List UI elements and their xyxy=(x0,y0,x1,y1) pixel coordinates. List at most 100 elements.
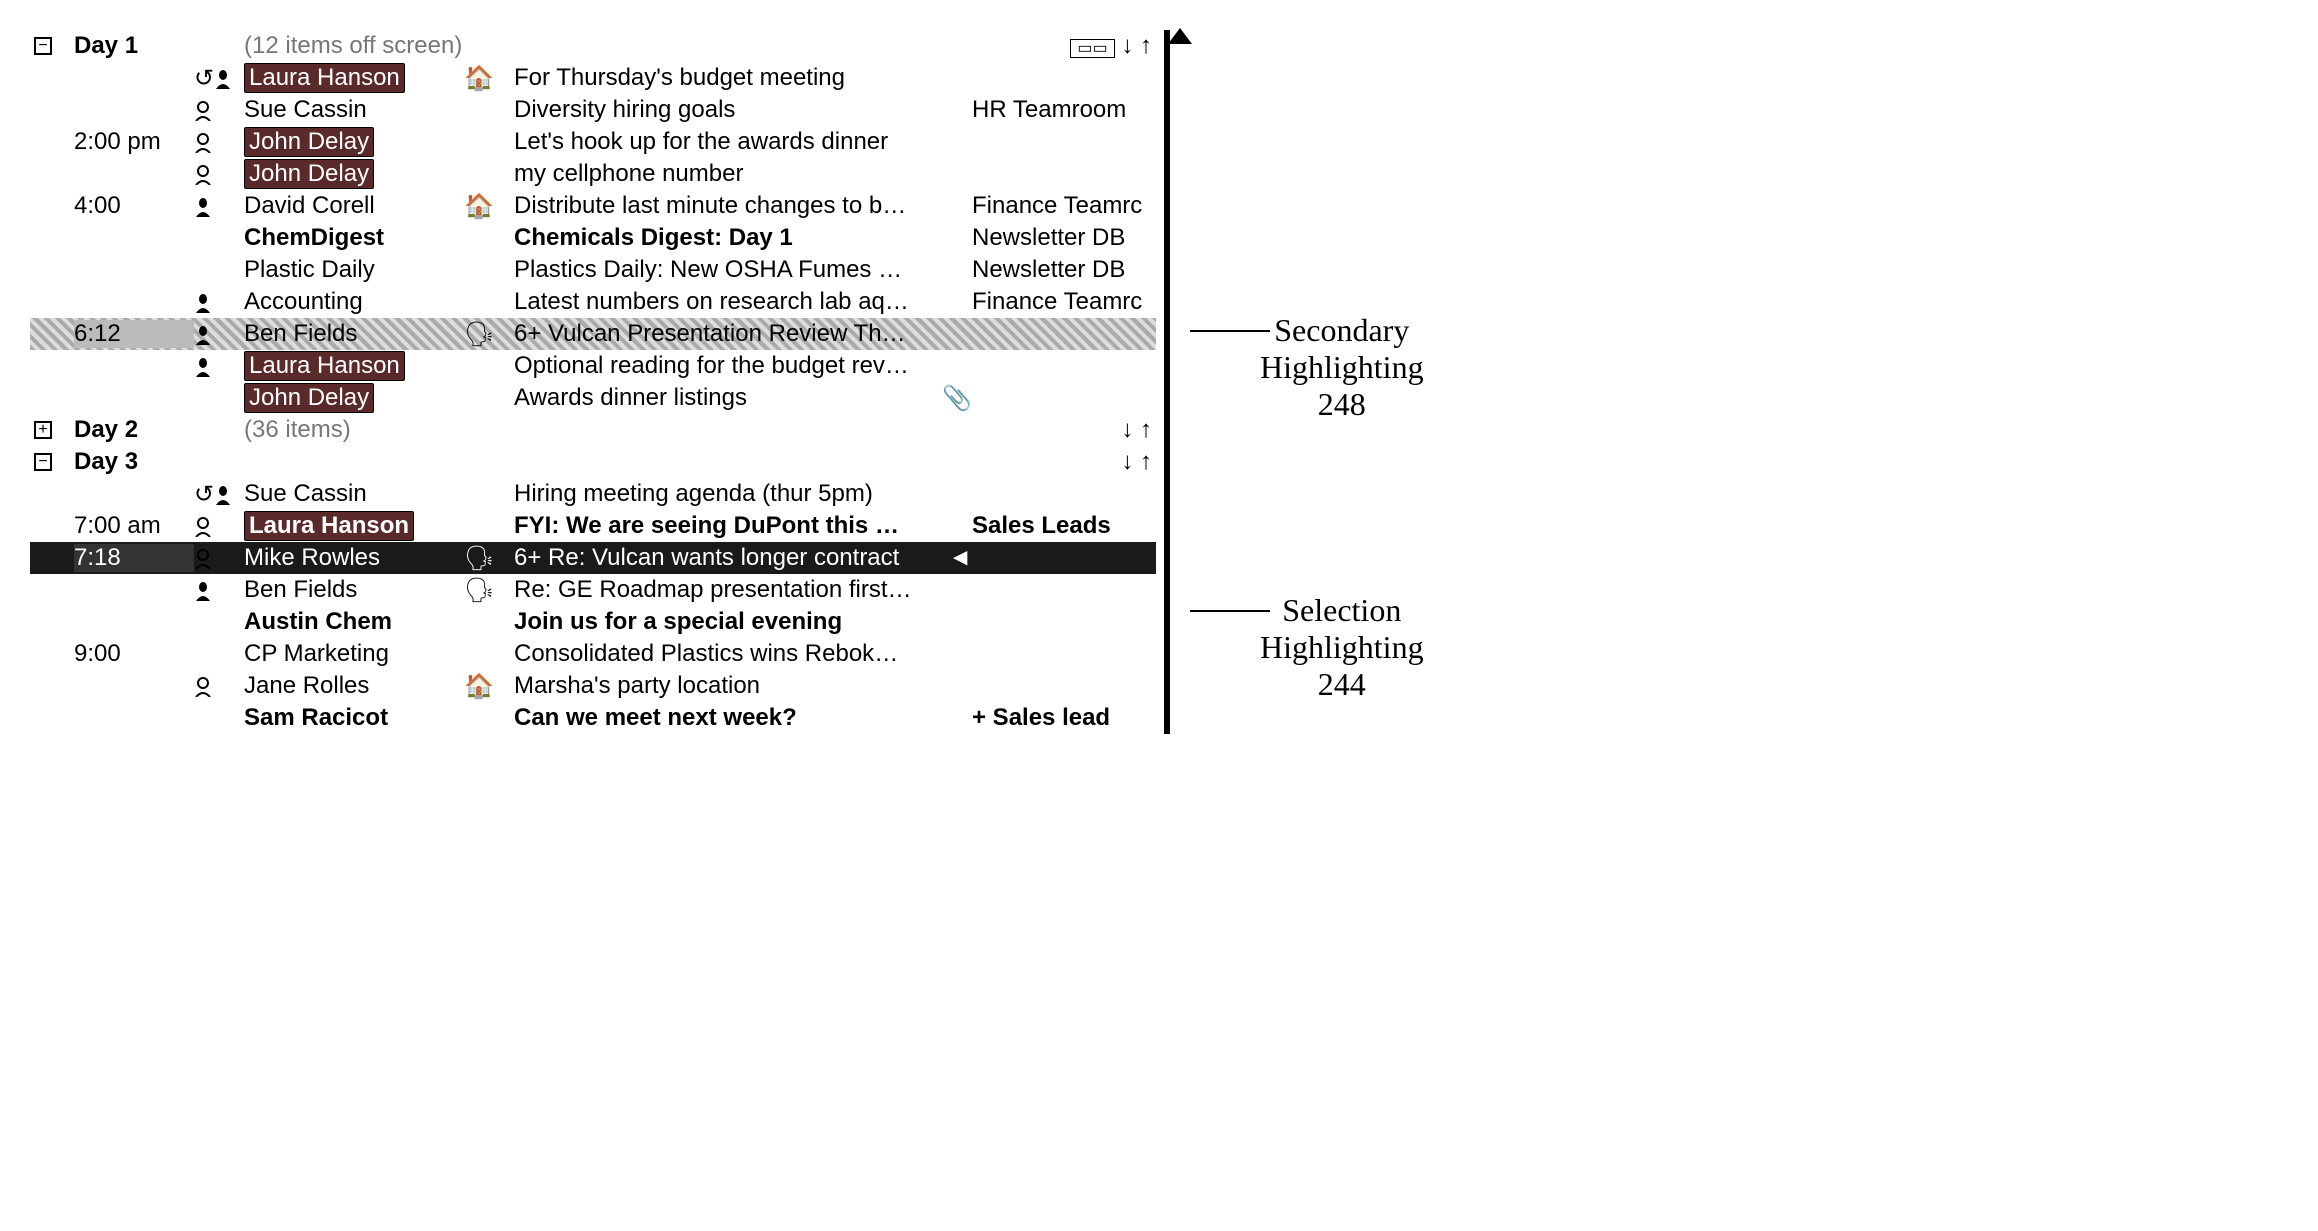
message-row[interactable]: Austin ChemJoin us for a special evening xyxy=(30,606,1156,638)
day-header[interactable]: −Day 1(12 items off screen)▭▭ ↓ ↑ xyxy=(30,30,1156,62)
collapse-minus-icon[interactable]: − xyxy=(34,453,52,471)
message-row[interactable]: ↺ Laura Hanson🏠 For Thursday's budget meet… xyxy=(30,62,1156,94)
day-meta: (12 items off screen) xyxy=(244,32,514,60)
thread-icon: 🗣 xyxy=(464,321,494,348)
message-subject: my cellphone number xyxy=(514,160,912,188)
message-row[interactable]: 2:00 pmJohn DelayLet's hook up for the a… xyxy=(30,126,1156,158)
message-sender: CP Marketing xyxy=(244,640,464,668)
message-row[interactable]: John Delay my cellphone number xyxy=(30,158,1156,190)
annotation-line xyxy=(1190,610,1270,612)
reply-flag-icon: ↺ xyxy=(194,65,214,92)
message-sender: Jane Rolles xyxy=(244,672,464,700)
message-sender: John Delay xyxy=(244,383,464,413)
message-sender: John Delay xyxy=(244,159,464,189)
day-title: Day 2 xyxy=(74,416,194,444)
collapse-minus-icon[interactable]: − xyxy=(34,37,52,55)
message-row[interactable]: AccountingLatest numbers on research lab… xyxy=(30,286,1156,318)
message-subject: FYI: We are seeing DuPont this week xyxy=(514,512,912,540)
message-subject: Latest numbers on research lab aquisitio… xyxy=(514,288,912,316)
person-outline-icon xyxy=(194,165,212,185)
message-sender: Sam Racicot xyxy=(244,704,464,732)
day-controls: ↓ ↑ xyxy=(972,448,1152,476)
arrow-up-icon[interactable]: ↑ xyxy=(1140,448,1152,475)
message-row[interactable]: 6:12 Ben Fields🗣 6+ Vulcan Presentation Re… xyxy=(30,318,1156,350)
message-subject: 6+ Re: Vulcan wants longer contract xyxy=(514,544,912,572)
person-solid-icon xyxy=(194,293,212,313)
forward-icon: 🏠 xyxy=(464,65,494,92)
scroll-up-triangle[interactable] xyxy=(1168,28,1192,44)
message-subject: Awards dinner listings xyxy=(514,384,912,412)
person-outline-icon xyxy=(194,517,212,537)
arrow-down-icon[interactable]: ↓ xyxy=(1121,416,1133,443)
keyboard-icon[interactable]: ▭▭ xyxy=(1070,39,1114,58)
day-controls: ↓ ↑ xyxy=(972,416,1152,444)
message-row[interactable]: 7:00 amLaura HansonFYI: We are seeing Du… xyxy=(30,510,1156,542)
annotation-text: Highlighting xyxy=(1260,349,1424,386)
message-row[interactable]: 9:00CP MarketingConsolidated Plastics wi… xyxy=(30,638,1156,670)
message-time: 7:00 am xyxy=(74,512,194,540)
forward-icon: 🏠 xyxy=(464,673,494,700)
expand-plus-icon[interactable]: + xyxy=(34,421,52,439)
message-folder: Newsletter DB xyxy=(972,256,1152,284)
message-folder: HR Teamroom xyxy=(972,96,1152,124)
annotation-selection: Selection Highlighting 244 xyxy=(1260,592,1424,703)
thread-icon: 🗣 xyxy=(464,545,494,572)
message-time: 7:18 xyxy=(74,544,194,572)
message-subject: Re: GE Roadmap presentation first draft xyxy=(514,576,912,604)
message-row[interactable]: Sam RacicotCan we meet next week?+ Sales… xyxy=(30,702,1156,734)
pointer-left-icon: ◄ xyxy=(948,544,972,571)
day-controls: ▭▭ ↓ ↑ xyxy=(972,32,1152,60)
day-meta: (36 items) xyxy=(244,416,514,444)
annotation-text: Secondary xyxy=(1260,312,1424,349)
message-sender: ChemDigest xyxy=(244,224,464,252)
message-folder: Newsletter DB xyxy=(972,224,1152,252)
arrow-down-icon[interactable]: ↓ xyxy=(1121,32,1133,59)
day-header[interactable]: −Day 3↓ ↑ xyxy=(30,446,1156,478)
message-sender: Mike Rowles xyxy=(244,544,464,572)
person-solid-icon xyxy=(194,197,212,217)
message-row[interactable]: Laura HansonOptional reading for the bud… xyxy=(30,350,1156,382)
message-subject: Distribute last minute changes to budget… xyxy=(514,192,912,220)
annotation-text: Highlighting xyxy=(1260,629,1424,666)
message-sender: Sue Cassin xyxy=(244,480,464,508)
reply-flag-icon: ↺ xyxy=(194,481,214,508)
message-row[interactable]: 7:18 Mike Rowles🗣 6+ Re: Vulcan wants long… xyxy=(30,542,1156,574)
person-solid-icon xyxy=(194,325,212,345)
attachment-icon: 📎 xyxy=(942,385,972,412)
message-sender: Ben Fields xyxy=(244,320,464,348)
arrow-down-icon[interactable]: ↓ xyxy=(1121,448,1133,475)
person-outline-icon xyxy=(194,133,212,153)
message-time: 9:00 xyxy=(74,640,194,668)
message-row[interactable]: Jane Rolles🏠Marsha's party location xyxy=(30,670,1156,702)
message-subject: 6+ Vulcan Presentation Review Thur at 4p… xyxy=(514,320,912,348)
message-subject: For Thursday's budget meeting xyxy=(514,64,912,92)
message-row[interactable]: Sue Cassin Diversity hiring goals HR Teamr… xyxy=(30,94,1156,126)
message-subject: Chemicals Digest: Day 1 xyxy=(514,224,912,252)
message-folder: Finance Teamrc xyxy=(972,288,1152,316)
message-subject: Diversity hiring goals xyxy=(514,96,912,124)
day-header[interactable]: + Day 2 (36 items) ↓ ↑ xyxy=(30,414,1156,446)
message-row[interactable]: ↺Sue CassinHiring meeting agenda (thur 5… xyxy=(30,478,1156,510)
message-folder: Finance Teamrc xyxy=(972,192,1152,220)
message-sender: Plastic Daily xyxy=(244,256,464,284)
message-sender: Laura Hanson xyxy=(244,63,464,93)
message-row[interactable]: ChemDigest Chemicals Digest: Day 1 Newslet… xyxy=(30,222,1156,254)
message-time: 4:00 xyxy=(74,192,194,220)
message-sender: Austin Chem xyxy=(244,608,464,636)
annotation-line xyxy=(1190,330,1270,332)
annotation-text: Selection xyxy=(1260,592,1424,629)
message-row[interactable]: Ben Fields🗣Re: GE Roadmap presentation f… xyxy=(30,574,1156,606)
annotation-secondary: Secondary Highlighting 248 xyxy=(1260,312,1424,423)
message-sender: Sue Cassin xyxy=(244,96,464,124)
person-solid-icon xyxy=(194,357,212,377)
message-row[interactable]: 4:00David Corell🏠Distribute last minute … xyxy=(30,190,1156,222)
message-row[interactable]: John Delay Awards dinner listings 📎 xyxy=(30,382,1156,414)
person-solid-icon xyxy=(214,69,232,89)
arrow-up-icon[interactable]: ↑ xyxy=(1140,32,1152,59)
person-solid-icon xyxy=(214,485,232,505)
person-outline-icon xyxy=(194,549,212,569)
forward-icon: 🏠 xyxy=(464,193,494,220)
message-row[interactable]: Plastic DailyPlastics Daily: New OSHA Fu… xyxy=(30,254,1156,286)
message-time: 6:12 xyxy=(74,320,194,348)
arrow-up-icon[interactable]: ↑ xyxy=(1140,416,1152,443)
